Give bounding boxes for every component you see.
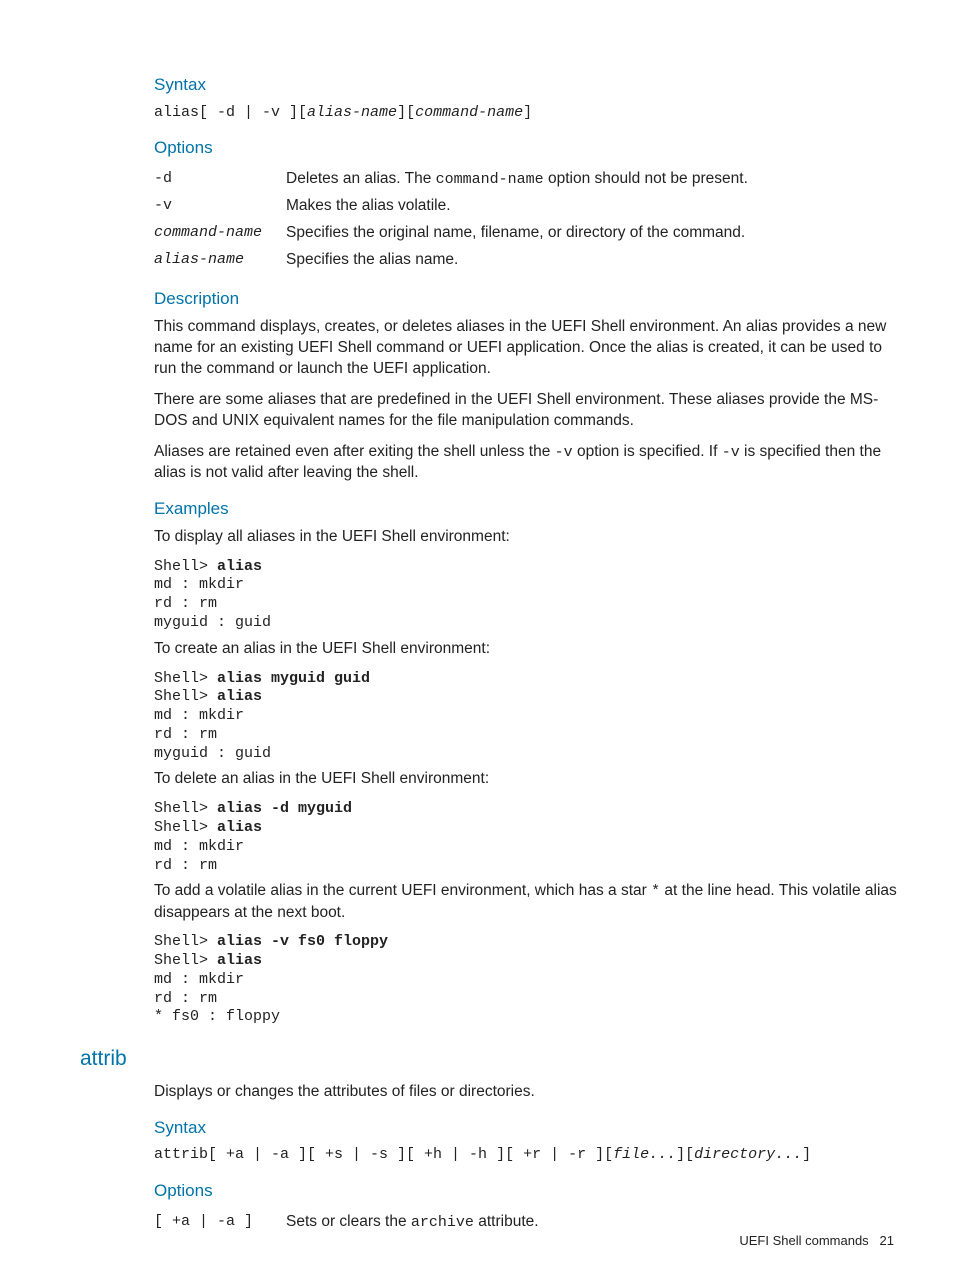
output-line: rd : rm (154, 595, 217, 612)
attrib-content: Displays or changes the attributes of fi… (154, 1082, 902, 1236)
output-line: md : mkdir (154, 576, 244, 593)
inline-code: -v (722, 444, 740, 461)
heading-syntax-attrib: Syntax (154, 1117, 902, 1140)
option-term-d: -d (154, 166, 286, 193)
command: alias -d myguid (217, 800, 352, 817)
option-term-command-name: command-name (154, 220, 286, 247)
attrib-intro: Displays or changes the attributes of fi… (154, 1082, 902, 1103)
description-para-3: Aliases are retained even after exiting … (154, 442, 902, 484)
command: alias (217, 819, 262, 836)
syntax-arg-command: command-name (415, 104, 523, 121)
heading-description: Description (154, 288, 902, 311)
output-line: myguid : guid (154, 745, 271, 762)
output-line: md : mkdir (154, 971, 244, 988)
option-term-alias-name: alias-name (154, 247, 286, 274)
option-row: [ +a | -a ] Sets or clears the archive a… (154, 1209, 539, 1236)
heading-options-attrib: Options (154, 1180, 902, 1203)
text: Deletes an alias. The (286, 170, 436, 187)
inline-code: command-name (436, 171, 544, 188)
text: option should not be present. (544, 170, 748, 187)
syntax-sep1: ][ (397, 104, 415, 121)
output-line: * fs0 : floppy (154, 1008, 280, 1025)
syntax-line-attrib: attrib[ +a | -a ][ +s | -s ][ +h | -h ][… (154, 1145, 902, 1165)
prompt: Shell> (154, 952, 217, 969)
syntax-end: ] (523, 104, 532, 121)
syntax-arg-directory: directory... (694, 1146, 802, 1163)
example-intro-4: To add a volatile alias in the current U… (154, 881, 902, 923)
section-heading-attrib: attrib (80, 1045, 902, 1073)
command: alias -v fs0 floppy (217, 933, 388, 950)
description-para-2: There are some aliases that are predefin… (154, 390, 902, 432)
syntax-arg-file: file... (613, 1146, 676, 1163)
option-row: alias-name Specifies the alias name. (154, 247, 748, 274)
options-table-attrib: [ +a | -a ] Sets or clears the archive a… (154, 1209, 539, 1236)
output-line: md : mkdir (154, 838, 244, 855)
page: Syntax alias[ -d | -v ][alias-name][comm… (0, 0, 954, 1284)
syntax-line: alias[ -d | -v ][alias-name][command-nam… (154, 103, 902, 123)
output-line: rd : rm (154, 857, 217, 874)
main-content: Syntax alias[ -d | -v ][alias-name][comm… (154, 74, 902, 1027)
code-block-3: Shell> alias -d myguid Shell> alias md :… (154, 800, 902, 875)
page-number: 21 (880, 1233, 894, 1248)
option-desc-d: Deletes an alias. The command-name optio… (286, 166, 748, 193)
inline-code: -v (555, 444, 573, 461)
text: Aliases are retained even after exiting … (154, 443, 555, 460)
options-table: -d Deletes an alias. The command-name op… (154, 166, 748, 274)
option-desc-v: Makes the alias volatile. (286, 193, 748, 220)
code-block-1: Shell> alias md : mkdir rd : rm myguid :… (154, 558, 902, 633)
command: alias (217, 952, 262, 969)
prompt: Shell> (154, 933, 217, 950)
text: option is specified. If (573, 443, 722, 460)
command: alias (217, 558, 262, 575)
heading-options: Options (154, 137, 902, 160)
option-term-a: [ +a | -a ] (154, 1209, 286, 1236)
heading-syntax: Syntax (154, 74, 902, 97)
syntax-sep: ][ (676, 1146, 694, 1163)
option-row: command-name Specifies the original name… (154, 220, 748, 247)
syntax-flags: [ +a | -a ][ +s | -s ][ +h | -h ][ +r | … (208, 1146, 613, 1163)
command: alias myguid guid (217, 670, 370, 687)
output-line: rd : rm (154, 726, 217, 743)
prompt: Shell> (154, 688, 217, 705)
option-row: -d Deletes an alias. The command-name op… (154, 166, 748, 193)
code-block-4: Shell> alias -v fs0 floppy Shell> alias … (154, 933, 902, 1027)
example-intro-2: To create an alias in the UEFI Shell env… (154, 639, 902, 660)
option-desc-a: Sets or clears the archive attribute. (286, 1209, 539, 1236)
output-line: myguid : guid (154, 614, 271, 631)
text: To add a volatile alias in the current U… (154, 882, 651, 899)
description-para-1: This command displays, creates, or delet… (154, 317, 902, 380)
output-line: rd : rm (154, 990, 217, 1007)
syntax-arg-alias: alias-name (307, 104, 397, 121)
syntax-cmd: alias (154, 104, 199, 121)
page-footer: UEFI Shell commands 21 (739, 1232, 894, 1250)
prompt: Shell> (154, 800, 217, 817)
prompt: Shell> (154, 670, 217, 687)
option-desc-command-name: Specifies the original name, filename, o… (286, 220, 748, 247)
heading-examples: Examples (154, 498, 902, 521)
syntax-cmd: attrib (154, 1146, 208, 1163)
option-term-v: -v (154, 193, 286, 220)
syntax-flags: [ -d | -v ][ (199, 104, 307, 121)
footer-label: UEFI Shell commands (739, 1233, 868, 1248)
example-intro-1: To display all aliases in the UEFI Shell… (154, 527, 902, 548)
code-block-2: Shell> alias myguid guid Shell> alias md… (154, 670, 902, 764)
prompt: Shell> (154, 558, 217, 575)
output-line: md : mkdir (154, 707, 244, 724)
option-row: -v Makes the alias volatile. (154, 193, 748, 220)
option-desc-alias-name: Specifies the alias name. (286, 247, 748, 274)
inline-code: archive (411, 1214, 474, 1231)
syntax-end: ] (802, 1146, 811, 1163)
command: alias (217, 688, 262, 705)
example-intro-3: To delete an alias in the UEFI Shell env… (154, 769, 902, 790)
inline-code: * (651, 883, 660, 900)
text: Sets or clears the (286, 1213, 411, 1230)
text: attribute. (474, 1213, 539, 1230)
prompt: Shell> (154, 819, 217, 836)
